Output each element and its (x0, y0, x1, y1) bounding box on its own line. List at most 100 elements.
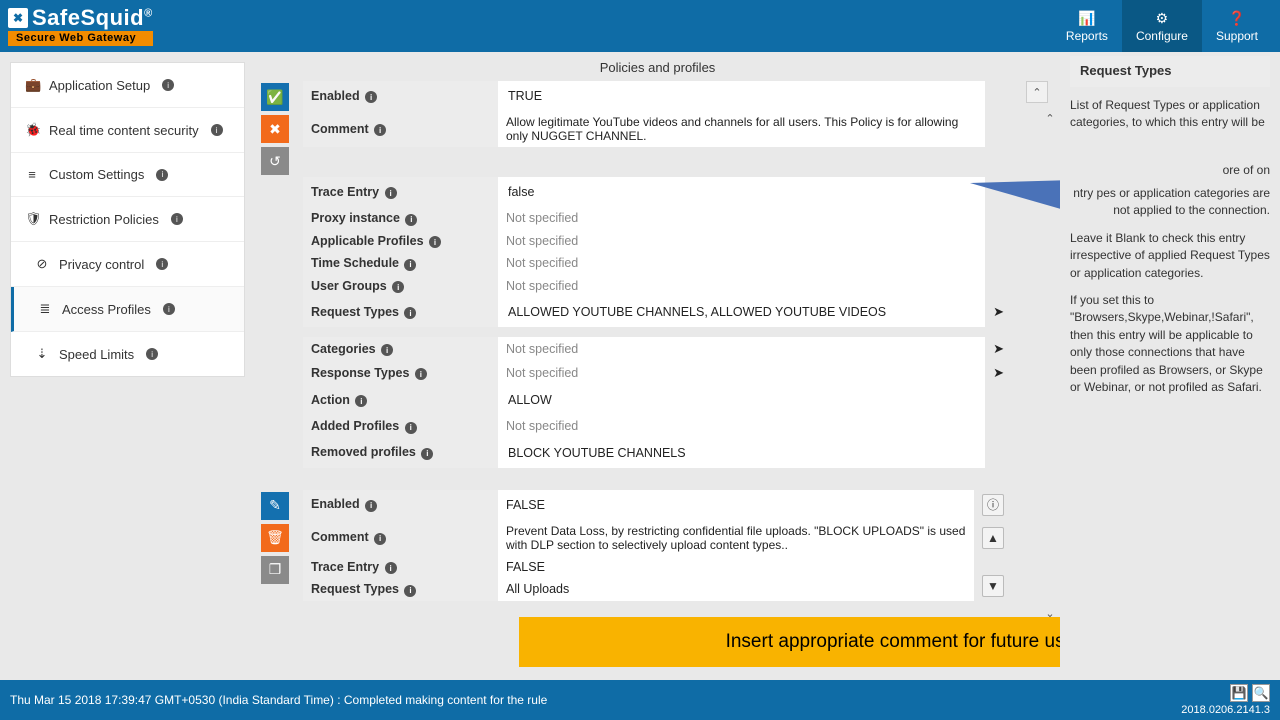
info-icon[interactable]: i (365, 500, 377, 512)
removed-profiles-label: Removed profiles (311, 445, 416, 459)
briefcase-icon: 💼 (25, 77, 39, 93)
profiles-label: Applicable Profiles (311, 234, 424, 248)
added-profiles-value[interactable]: Not specified (498, 415, 985, 438)
enabled-value[interactable]: TRUE (498, 81, 985, 111)
enabled-value: FALSE (498, 490, 974, 520)
info-icon[interactable]: i (381, 344, 393, 356)
info-icon[interactable]: i (429, 236, 441, 248)
sidebar-item-access-profiles[interactable]: ≣Access Profilesi (11, 287, 244, 332)
speed-icon: ⇣ (35, 346, 49, 362)
trace-value: FALSE (498, 556, 974, 579)
enabled-label: Enabled (311, 497, 360, 511)
logo: SafeSquid® Secure Web Gateway (8, 7, 153, 46)
nav-reports[interactable]: 📊Reports (1052, 0, 1122, 52)
proxy-label: Proxy instance (311, 211, 400, 225)
sidebar-item-privacy-control[interactable]: ⊘Privacy controli (11, 242, 244, 287)
info-icon: i (211, 124, 223, 136)
entry1-form: Enabled i TRUE Comment i Allow legitimate … (303, 81, 1012, 601)
groups-value[interactable]: Not specified (498, 275, 985, 298)
info-icon[interactable]: i (374, 533, 386, 545)
info-icon[interactable]: i (404, 259, 416, 271)
shield-icon: 🛡 (25, 211, 39, 227)
info-icon[interactable]: i (365, 91, 377, 103)
save-button[interactable]: ✅ (261, 83, 289, 111)
added-profiles-label: Added Profiles (311, 419, 399, 433)
reports-icon: 📊 (1078, 10, 1095, 27)
action-value[interactable]: ALLOW (498, 385, 985, 415)
comment-value: Prevent Data Loss, by restricting confid… (498, 520, 974, 556)
support-icon: ❓ (1228, 10, 1245, 27)
footer: Thu Mar 15 2018 17:39:47 GMT+0530 (India… (0, 680, 1280, 720)
info-icon[interactable]: i (404, 585, 416, 597)
info-icon[interactable]: i (421, 448, 433, 460)
edit-button[interactable]: ✎ (261, 492, 289, 520)
info-icon[interactable]: i (405, 214, 417, 226)
sidebar-item-application-setup[interactable]: 💼Application Setupi (11, 63, 244, 108)
topnav: 📊Reports ⚙Configure ❓Support (1052, 0, 1272, 52)
move-up-button[interactable]: ▲ (982, 527, 1004, 549)
version-text: 2018.0206.2141.3 (1181, 704, 1270, 716)
sidebar-item-realtime[interactable]: 🐞Real time content securityi (11, 108, 244, 153)
proxy-value[interactable]: Not specified (498, 207, 985, 230)
collapse-button[interactable]: ⌃ (1026, 81, 1048, 103)
trace-label: Trace Entry (311, 185, 379, 199)
categories-label: Categories (311, 342, 376, 356)
removed-profiles-value[interactable]: BLOCK YOUTUBE CHANNELS (498, 438, 985, 468)
sidebar-item-restriction-policies[interactable]: 🛡Restriction Policiesi (11, 197, 244, 242)
info-button[interactable]: ⓘ (982, 494, 1004, 516)
send-icon[interactable]: ➤ (985, 361, 1012, 385)
comment-label: Comment (311, 530, 369, 544)
response-types-label: Response Types (311, 366, 409, 380)
categories-value[interactable]: Not specified (498, 337, 985, 361)
trace-value[interactable]: false (498, 177, 985, 207)
nav-support[interactable]: ❓Support (1202, 0, 1272, 52)
profiles-value[interactable]: Not specified (498, 230, 985, 253)
request-types-label: Request Types (311, 582, 399, 596)
request-types-label: Request Types (311, 305, 399, 319)
configure-icon: ⚙ (1156, 10, 1169, 27)
send-icon[interactable]: ➤ (985, 297, 1012, 327)
sidebar-item-custom-settings[interactable]: ≡Custom Settingsi (11, 153, 244, 197)
info-icon[interactable]: i (374, 124, 386, 136)
logo-tagline: Secure Web Gateway (8, 31, 153, 46)
send-icon[interactable]: ➤ (985, 337, 1012, 361)
info-icon[interactable]: i (405, 422, 417, 434)
info-icon: i (162, 79, 174, 91)
comment-value[interactable]: Allow legitimate YouTube videos and chan… (498, 111, 985, 147)
info-icon: i (156, 258, 168, 270)
groups-label: User Groups (311, 279, 387, 293)
schedule-value[interactable]: Not specified (498, 252, 985, 275)
help-title: Request Types (1070, 56, 1270, 87)
delete-button[interactable]: 🗑 (261, 524, 289, 552)
info-icon[interactable]: i (355, 395, 367, 407)
info-icon[interactable]: i (415, 368, 427, 380)
info-icon: i (163, 303, 175, 315)
info-icon: i (171, 213, 183, 225)
status-text: Thu Mar 15 2018 17:39:47 GMT+0530 (India… (10, 693, 547, 707)
list-icon: ≣ (38, 301, 52, 317)
sidebar-item-speed-limits[interactable]: ⇣Speed Limitsi (11, 332, 244, 376)
clone-button[interactable]: ❐ (261, 556, 289, 584)
info-icon[interactable]: i (392, 281, 404, 293)
sliders-icon: ≡ (25, 167, 39, 182)
info-icon[interactable]: i (385, 562, 397, 574)
cancel-button[interactable]: ✖ (261, 115, 289, 143)
move-down-button[interactable]: ▼ (982, 575, 1004, 597)
save-config-button[interactable]: 💾 (1230, 684, 1248, 702)
scroll-up-icon[interactable]: ⌃ (1045, 112, 1054, 125)
help-panel: Request Types List of Request Types or a… (1060, 52, 1280, 680)
reset-button[interactable]: ↺ (261, 147, 289, 175)
request-types-value: All Uploads (498, 578, 974, 601)
search-button[interactable]: 🔍 (1252, 684, 1270, 702)
page-title: Policies and profiles (255, 52, 1060, 81)
nav-configure[interactable]: ⚙Configure (1122, 0, 1202, 52)
info-icon[interactable]: i (385, 187, 397, 199)
logo-icon (8, 8, 28, 28)
block-icon: ⊘ (35, 256, 49, 272)
info-icon: i (146, 348, 158, 360)
bug-icon: 🐞 (25, 122, 39, 138)
comment-label: Comment (311, 122, 369, 136)
request-types-value[interactable]: ALLOWED YOUTUBE CHANNELS, ALLOWED YOUTUB… (498, 297, 985, 327)
info-icon[interactable]: i (404, 307, 416, 319)
response-types-value[interactable]: Not specified (498, 361, 985, 385)
